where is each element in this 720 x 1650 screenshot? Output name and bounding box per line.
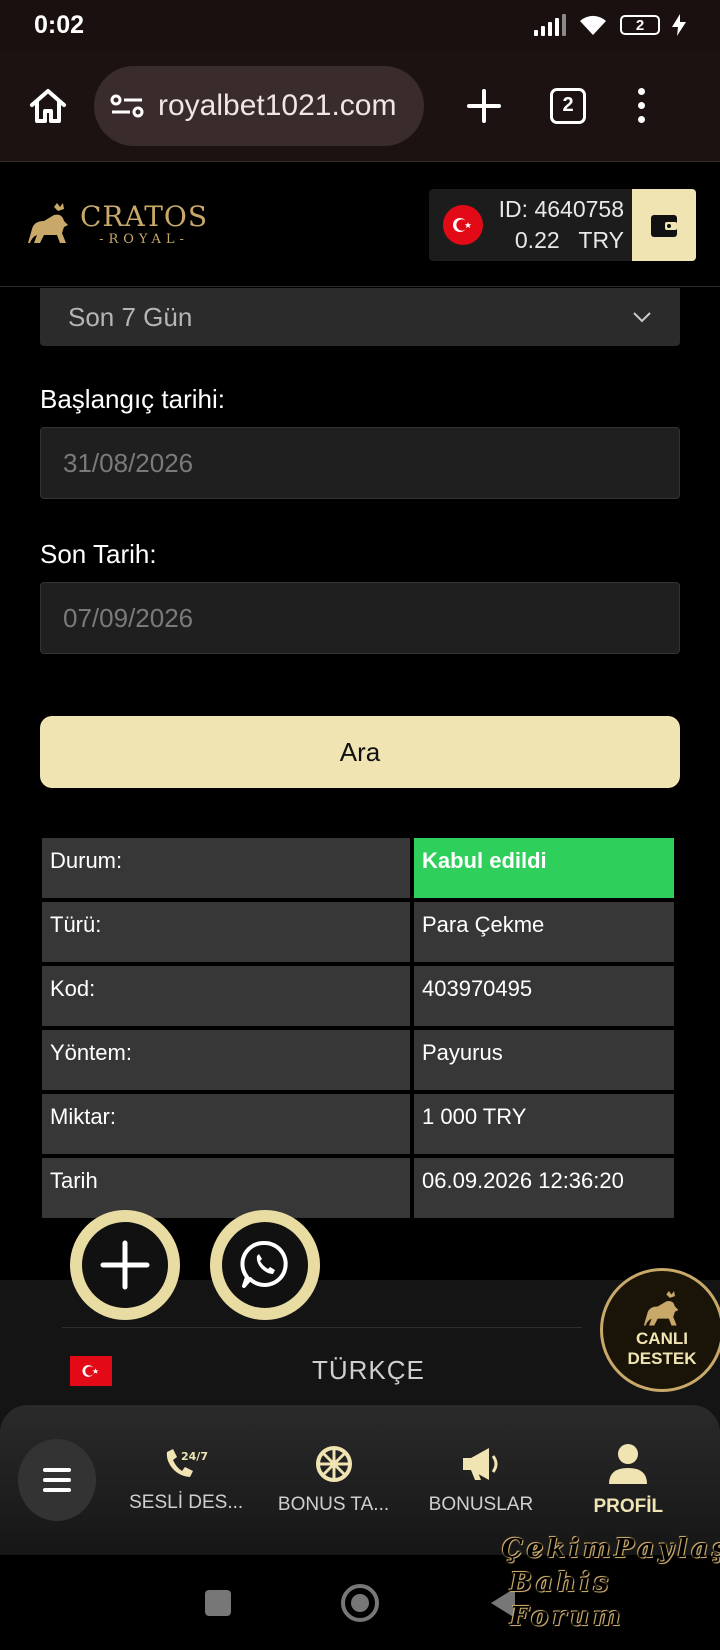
plus-icon — [467, 88, 501, 123]
period-select-value: Son 7 Gün — [68, 301, 193, 332]
browser-menu-button[interactable] — [638, 88, 645, 123]
home-icon — [30, 88, 66, 123]
start-date-label: Başlangıç tarihi: — [40, 384, 225, 414]
row-value: 1 000 TRY — [414, 1094, 674, 1154]
table-row: Durum: Kabul edildi — [42, 838, 678, 902]
account-box[interactable]: ID: 4640758 0.22 TRY — [428, 188, 696, 261]
hamburger-menu-button[interactable] — [18, 1439, 97, 1521]
battery-icon: 2 — [620, 15, 660, 35]
live-support-line1: CANLI — [636, 1329, 688, 1348]
watermark-line1: ÇekimPaylaş — [502, 1534, 720, 1564]
tab-count: 2 — [562, 94, 574, 116]
forum-watermark: ÇekimPaylaş Bahis Forum — [502, 1532, 720, 1634]
logo-main-text: CRATOS — [80, 200, 209, 233]
charging-icon — [672, 14, 686, 36]
lion-logo-icon — [643, 1291, 679, 1326]
tab-switcher-button[interactable]: 2 — [550, 87, 586, 124]
site-header: CRATOS -ROYAL- ID: 4640758 0.22 TRY — [0, 163, 720, 287]
row-value: Para Çekme — [414, 902, 674, 962]
home-circle-icon[interactable] — [340, 1583, 380, 1623]
row-label: Durum: — [42, 838, 410, 898]
signal-icon — [534, 14, 566, 36]
row-label: Miktar: — [42, 1094, 410, 1154]
account-balance: 0.22 TRY — [514, 226, 624, 253]
site-settings-icon[interactable] — [110, 92, 144, 120]
svg-text:24/7: 24/7 — [181, 1450, 208, 1463]
table-row: Türü: Para Çekme — [42, 902, 678, 966]
account-id: ID: 4640758 — [498, 195, 624, 222]
watermark-line2: Bahis Forum — [510, 1568, 625, 1632]
add-button[interactable] — [70, 1210, 180, 1320]
wallet-button[interactable] — [632, 188, 696, 261]
row-label: Türü: — [42, 902, 410, 962]
status-badge: Kabul edildi — [414, 838, 674, 898]
start-date-input[interactable]: 31/08/2026 — [40, 427, 680, 499]
status-icons: 2 — [534, 13, 686, 37]
live-support-line2: DESTEK — [627, 1349, 697, 1368]
nav-label: PROFİL — [593, 1496, 664, 1517]
wifi-icon — [580, 15, 606, 35]
address-bar[interactable]: royalbet1021.com — [94, 65, 424, 146]
nav-label: BONUSLAR — [428, 1494, 534, 1515]
turkey-flag-icon — [442, 204, 483, 245]
row-value: 06.09.2026 12:36:20 — [414, 1158, 674, 1218]
whatsapp-button[interactable] — [210, 1210, 320, 1320]
row-label: Tarih — [42, 1158, 410, 1218]
nav-label: BONUS TA... — [277, 1494, 390, 1515]
period-select[interactable]: Son 7 Gün — [40, 288, 680, 346]
table-row: Miktar: 1 000 TRY — [42, 1094, 678, 1158]
nav-item-voice-support[interactable]: 24/7 SESLİ DES... — [112, 1446, 259, 1514]
url-text[interactable]: royalbet1021.com — [158, 89, 396, 123]
site-logo[interactable]: CRATOS -ROYAL- — [24, 202, 208, 247]
chevron-down-icon — [633, 312, 651, 323]
language-label[interactable]: TÜRKÇE — [312, 1355, 425, 1386]
user-icon — [609, 1444, 648, 1484]
search-button[interactable]: Ara — [40, 716, 680, 788]
recent-apps-icon[interactable] — [203, 1588, 233, 1618]
megaphone-icon — [462, 1448, 498, 1480]
new-tab-button[interactable] — [454, 76, 514, 136]
table-row: Kod: 403970495 — [42, 966, 678, 1030]
status-time: 0:02 — [34, 10, 85, 39]
wallet-icon — [651, 214, 677, 237]
logo-sub-text: -ROYAL- — [99, 232, 189, 247]
wheel-icon — [315, 1446, 352, 1482]
status-bar: 0:02 2 — [0, 0, 720, 50]
transaction-details-table: Durum: Kabul edildi Türü: Para Çekme Kod… — [42, 838, 678, 1222]
home-button[interactable] — [22, 80, 74, 132]
turkey-flag-icon — [70, 1355, 112, 1386]
nav-item-profile[interactable]: PROFİL — [555, 1442, 702, 1518]
row-value: Payurus — [414, 1030, 674, 1090]
nav-item-bonus-wheel[interactable]: BONUS TA... — [260, 1444, 407, 1516]
end-date-input[interactable]: 07/09/2026 — [40, 582, 680, 654]
lion-logo-icon — [28, 202, 68, 243]
live-support-button[interactable]: CANLI DESTEK — [600, 1268, 720, 1392]
row-label: Yöntem: — [42, 1030, 410, 1090]
row-value: 403970495 — [414, 966, 674, 1026]
plus-icon — [100, 1240, 150, 1290]
browser-toolbar: royalbet1021.com 2 — [0, 50, 720, 162]
footer-divider — [62, 1327, 582, 1328]
phone-24-7-icon: 24/7 — [166, 1449, 208, 1477]
end-date-label: Son Tarih: — [40, 539, 157, 569]
transaction-filter-form: Son 7 Gün Başlangıç tarihi: 31/08/2026 S… — [40, 288, 680, 788]
row-label: Kod: — [42, 966, 410, 1026]
table-row: Yöntem: Payurus — [42, 1030, 678, 1094]
whatsapp-icon — [240, 1240, 288, 1288]
nav-label: SESLİ DES... — [129, 1492, 244, 1513]
nav-item-bonuses[interactable]: BONUSLAR — [407, 1444, 554, 1516]
language-selector[interactable]: TÜRKÇE — [70, 1355, 650, 1386]
